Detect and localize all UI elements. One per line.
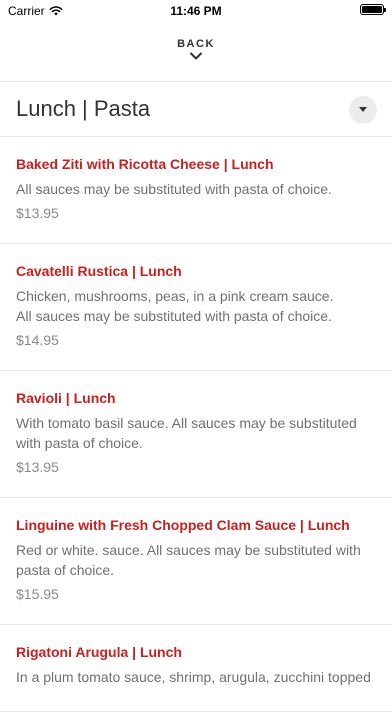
item-description: Chicken, mushrooms, peas, in a pink crea… (16, 288, 334, 324)
menu-item[interactable]: Cavatelli Rustica | Lunch Chicken, mushr… (0, 244, 392, 371)
item-price: $15.95 (16, 586, 59, 602)
menu-item[interactable]: Baked Ziti with Ricotta Cheese | Lunch A… (0, 137, 392, 244)
item-name: Linguine with Fresh Chopped Clam Sauce |… (16, 517, 350, 533)
menu-list: Baked Ziti with Ricotta Cheese | Lunch A… (0, 137, 392, 712)
item-price: $13.95 (16, 205, 59, 221)
item-description: Red or white. sauce. All sauces may be s… (16, 542, 361, 578)
item-name: Cavatelli Rustica | Lunch (16, 263, 182, 279)
page-title: Lunch | Pasta (16, 96, 151, 121)
item-description: With tomato basil sauce. All sauces may … (16, 415, 357, 451)
menu-item[interactable]: Rigatoni Arugula | Lunch In a plum tomat… (0, 625, 392, 712)
status-right (360, 4, 386, 15)
status-bar: Carrier 11:46 PM (0, 0, 392, 22)
item-name: Ravioli | Lunch (16, 390, 116, 406)
item-name: Rigatoni Arugula | Lunch (16, 644, 182, 660)
menu-item[interactable]: Ravioli | Lunch With tomato basil sauce.… (0, 371, 392, 498)
menu-item[interactable]: Linguine with Fresh Chopped Clam Sauce |… (0, 498, 392, 625)
item-description: In a plum tomato sauce, shrimp, arugula,… (16, 669, 371, 685)
item-description: All sauces may be substituted with pasta… (16, 181, 332, 197)
page-header: Lunch | Pasta (0, 82, 392, 136)
back-button[interactable]: BACK (0, 38, 392, 72)
status-time: 11:46 PM (170, 4, 222, 18)
caret-down-icon (359, 107, 367, 112)
back-label: BACK (177, 38, 215, 50)
chevron-down-icon (190, 52, 202, 60)
item-price: $13.95 (16, 459, 59, 475)
battery-icon (360, 4, 386, 15)
category-dropdown-button[interactable] (349, 96, 377, 124)
item-name: Baked Ziti with Ricotta Cheese | Lunch (16, 156, 274, 172)
item-price: $14.95 (16, 332, 59, 348)
